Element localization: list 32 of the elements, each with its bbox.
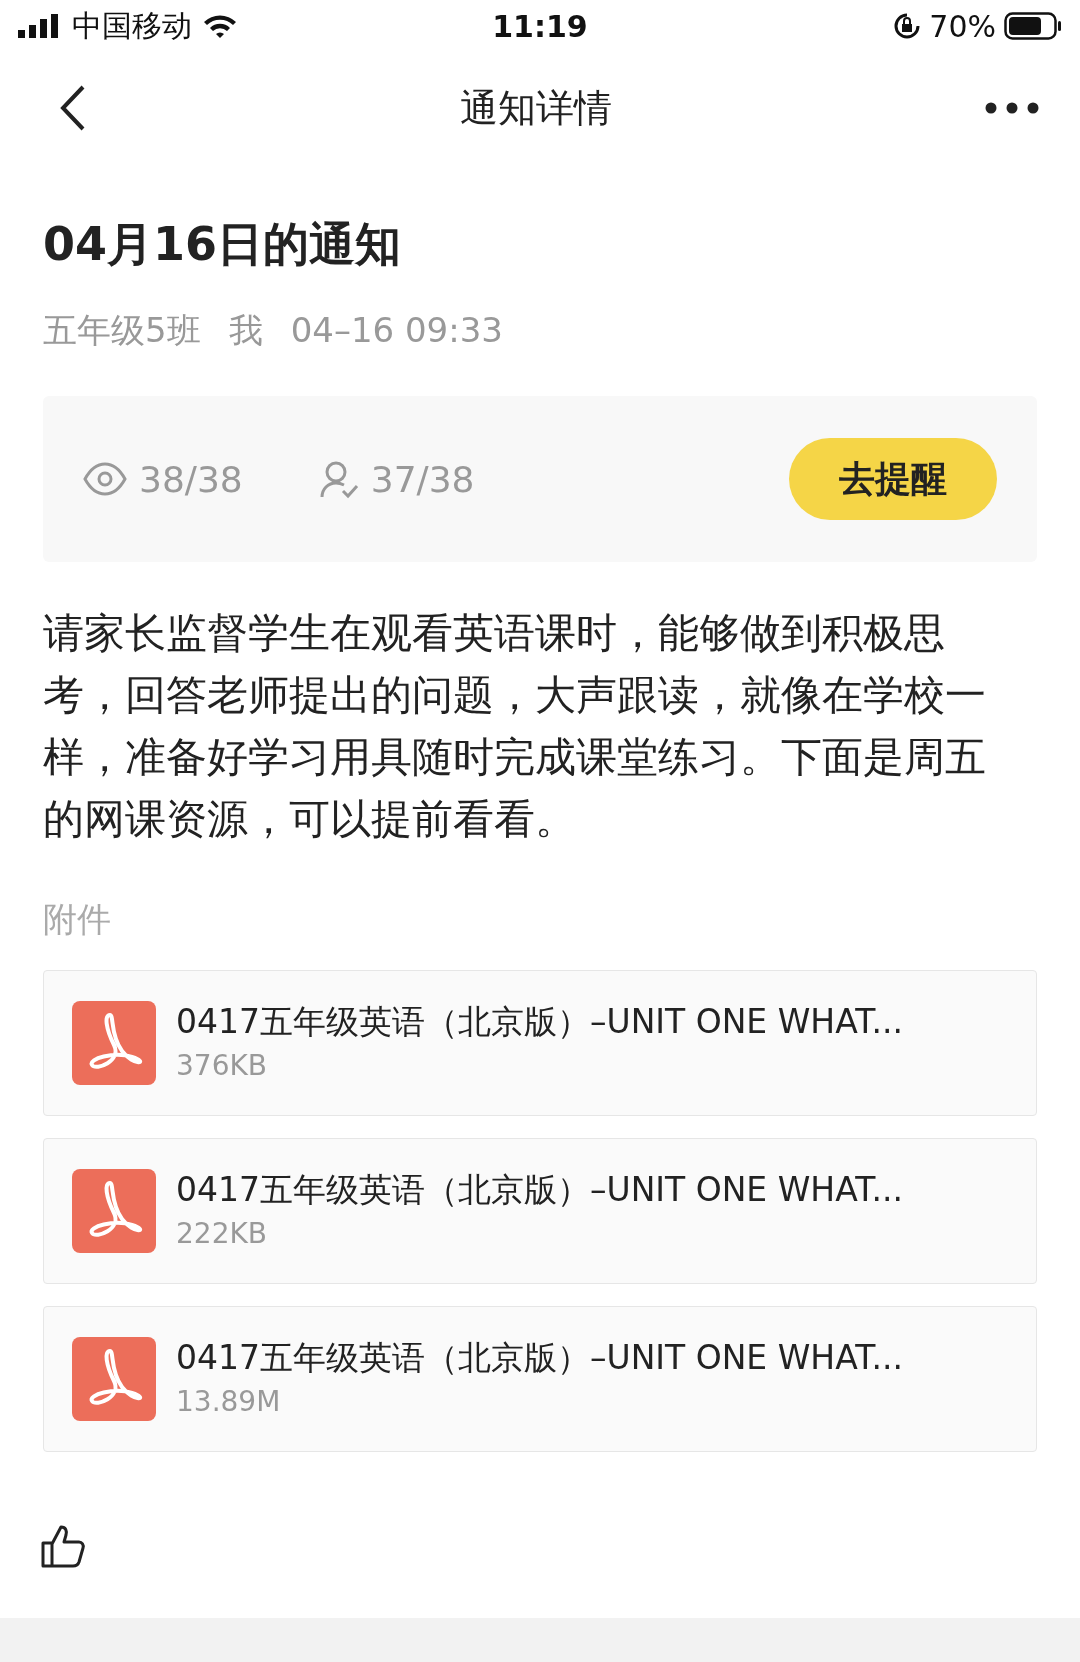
- page-title: 通知详情: [459, 84, 613, 132]
- carrier-name: 中国移动: [72, 6, 192, 45]
- read-count: 38/38: [139, 458, 243, 500]
- pdf-file-icon: [72, 1337, 156, 1421]
- clock-time: 11:19: [491, 8, 589, 44]
- attachment-item[interactable]: 0417五年级英语（北京版）–UNIT ONE WHAT... 222KB: [43, 1138, 1037, 1284]
- post-time: 04–16 09:33: [290, 309, 503, 352]
- pdf-file-icon: [72, 1169, 156, 1253]
- battery-icon: [1004, 12, 1062, 40]
- person-check-icon: [318, 459, 359, 499]
- more-button[interactable]: [984, 101, 1040, 115]
- file-size: 13.89M: [176, 1384, 282, 1420]
- remind-button[interactable]: 去提醒: [789, 438, 997, 520]
- notice-text: 请家长监督学生在观看英语课时，能够做到积极思考，回答老师提出的问题，大声跟读，就像在学校一样，准备好学习用具随时完成课堂练习。下面是周五的网课资源，可以提前看看。: [43, 608, 987, 845]
- file-size: 376KB: [176, 1048, 268, 1084]
- attachment-name: 0417五年级英语（北京版）–UNIT ONE WHAT...: [176, 1169, 903, 1211]
- battery-percent: 70%: [929, 8, 996, 44]
- sender-name: 我: [228, 309, 263, 352]
- confirmed-count: 37/38: [370, 458, 475, 500]
- attachment-item[interactable]: 0417五年级英语（北京版）–UNIT ONE WHAT... 376KB: [43, 970, 1037, 1116]
- attachments-label: 附件: [43, 898, 112, 941]
- rotation-lock-icon: [893, 12, 922, 40]
- class-name: 五年级5班: [43, 309, 201, 352]
- eye-icon: [83, 462, 127, 496]
- attachment-item[interactable]: 0417五年级英语（北京版）–UNIT ONE WHAT... 13.89M: [43, 1306, 1037, 1452]
- attachment-name: 0417五年级英语（北京版）–UNIT ONE WHAT...: [176, 1337, 903, 1379]
- like-button[interactable]: [40, 1523, 86, 1569]
- wifi-icon: [202, 13, 238, 39]
- attachment-name: 0417五年级英语（北京版）–UNIT ONE WHAT...: [176, 1001, 903, 1043]
- file-size: 222KB: [176, 1216, 268, 1252]
- notice-title: 04月16日的通知: [43, 216, 403, 273]
- pdf-file-icon: [72, 1001, 156, 1085]
